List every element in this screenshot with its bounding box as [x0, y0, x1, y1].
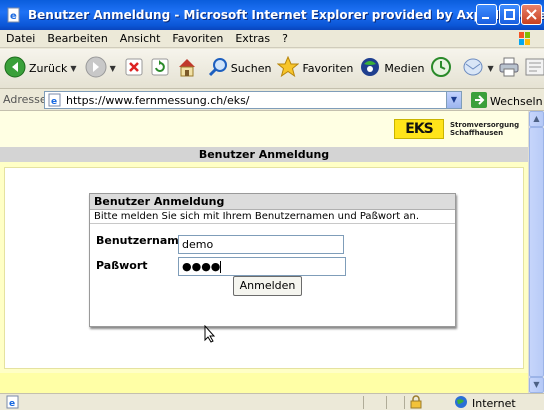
go-label: Wechseln zu: [490, 95, 544, 108]
eks-logo: EKS Stromversorgung Schaffhausen: [394, 119, 519, 139]
menu-help[interactable]: ?: [276, 30, 294, 48]
forward-dropdown-icon[interactable]: ▼: [110, 64, 116, 73]
svg-text:e: e: [10, 11, 17, 22]
scroll-down-button[interactable]: ▼: [529, 377, 544, 393]
menu-datei[interactable]: Datei: [0, 30, 41, 48]
page-title: Benutzer Anmeldung: [0, 147, 528, 162]
forward-arrow-icon: [85, 56, 107, 81]
password-label: Paßwort: [96, 259, 148, 272]
back-label: Zurück: [29, 62, 68, 75]
password-field[interactable]: ●●●●: [178, 257, 346, 276]
window-titlebar: e Benutzer Anmeldung - Microsoft Interne…: [0, 0, 544, 30]
forward-button[interactable]: ▼: [85, 53, 116, 85]
refresh-icon: [150, 57, 170, 80]
page-footer: [0, 373, 528, 393]
login-instruction: Bitte melden Sie sich mit Ihrem Benutzer…: [90, 210, 455, 224]
refresh-button[interactable]: [150, 53, 170, 85]
history-button[interactable]: [430, 53, 452, 85]
eks-logo-text: EKS: [405, 121, 433, 137]
windows-logo-icon: [510, 31, 538, 47]
media-label: Medien: [384, 62, 425, 75]
stop-button[interactable]: [124, 53, 144, 85]
edit-page-icon: [524, 56, 544, 81]
text-caret: [220, 261, 222, 273]
login-button[interactable]: Anmelden: [233, 276, 302, 296]
login-panel: Benutzer Anmeldung Bitte melden Sie sich…: [89, 193, 456, 327]
address-bar: Adresse e https://www.fernmessung.ch/eks…: [0, 89, 544, 111]
maximize-button[interactable]: [499, 4, 520, 25]
search-button[interactable]: Suchen: [208, 53, 272, 85]
internet-globe-icon: [454, 395, 468, 410]
ie-page-icon: e: [6, 7, 22, 23]
favorites-star-icon: [277, 55, 300, 81]
media-button[interactable]: Medien: [359, 53, 424, 85]
menu-extras[interactable]: Extras: [229, 30, 276, 48]
scroll-up-button[interactable]: ▲: [529, 111, 544, 127]
print-button[interactable]: [498, 53, 520, 85]
security-zone-label: Internet: [472, 397, 516, 410]
favorites-label: Favoriten: [302, 62, 354, 75]
password-mask: ●●●●: [182, 260, 221, 273]
media-icon: [359, 56, 381, 81]
back-dropdown-icon[interactable]: ▼: [70, 64, 76, 73]
ssl-lock-icon[interactable]: [410, 395, 422, 410]
window-title: Benutzer Anmeldung - Microsoft Internet …: [28, 8, 544, 22]
minimize-button[interactable]: [476, 4, 497, 25]
status-page-icon: e: [6, 395, 20, 410]
menu-favoriten[interactable]: Favoriten: [166, 30, 229, 48]
search-label: Suchen: [230, 62, 272, 75]
favorites-button[interactable]: Favoriten: [277, 53, 353, 85]
menu-bearbeiten[interactable]: Bearbeiten: [41, 30, 113, 48]
back-arrow-icon: [4, 56, 26, 81]
address-input[interactable]: e https://www.fernmessung.ch/eks/ ▼: [44, 91, 462, 109]
mail-dropdown-icon[interactable]: ▼: [487, 64, 493, 73]
svg-text:e: e: [51, 97, 57, 107]
login-panel-title: Benutzer Anmeldung: [90, 194, 455, 210]
logo-line-2: Schaffhausen: [450, 129, 504, 137]
status-bar: e Internet: [0, 393, 544, 410]
username-label: Benutzername: [96, 234, 187, 247]
stop-icon: [124, 57, 144, 80]
vertical-scrollbar[interactable]: ▲ ▼: [528, 111, 544, 393]
address-url: https://www.fernmessung.ch/eks/: [66, 93, 250, 107]
home-button[interactable]: [176, 53, 198, 85]
home-icon: [176, 56, 198, 81]
eks-logo-subtitle: Stromversorgung Schaffhausen: [450, 121, 519, 137]
svg-text:e: e: [9, 399, 15, 409]
menu-bar: Datei Bearbeiten Ansicht Favoriten Extra…: [0, 30, 544, 48]
status-divider: [404, 396, 405, 409]
page-viewport: EKS Stromversorgung Schaffhausen Benutze…: [0, 111, 528, 393]
status-divider: [386, 396, 387, 409]
go-arrow-icon: [471, 92, 487, 111]
address-dropdown-icon[interactable]: ▼: [446, 92, 461, 108]
scroll-thumb[interactable]: [529, 127, 544, 377]
eks-logo-mark: EKS: [394, 119, 444, 139]
mail-icon: [462, 56, 484, 81]
mail-button[interactable]: ▼: [462, 53, 494, 85]
page-icon: e: [48, 93, 62, 107]
page-body: Benutzer Anmeldung Bitte melden Sie sich…: [4, 167, 524, 369]
search-icon: [208, 57, 228, 80]
history-icon: [430, 56, 452, 81]
close-button[interactable]: [521, 4, 542, 25]
menu-ansicht[interactable]: Ansicht: [114, 30, 167, 48]
page-header: EKS Stromversorgung Schaffhausen: [0, 111, 528, 147]
go-button[interactable]: Wechseln zu: [471, 92, 544, 111]
security-zone[interactable]: Internet: [454, 395, 516, 410]
status-divider: [363, 396, 364, 409]
standard-toolbar: Zurück ▼ ▼ Suchen Favoriten Medien ▼: [0, 49, 544, 89]
print-icon: [498, 56, 520, 81]
logo-line-1: Stromversorgung: [450, 121, 520, 129]
mouse-cursor-icon: [204, 324, 216, 346]
username-field[interactable]: demo: [178, 235, 344, 254]
back-button[interactable]: Zurück ▼: [4, 53, 77, 85]
edit-button[interactable]: [524, 53, 544, 85]
address-label: Adresse: [3, 93, 47, 106]
